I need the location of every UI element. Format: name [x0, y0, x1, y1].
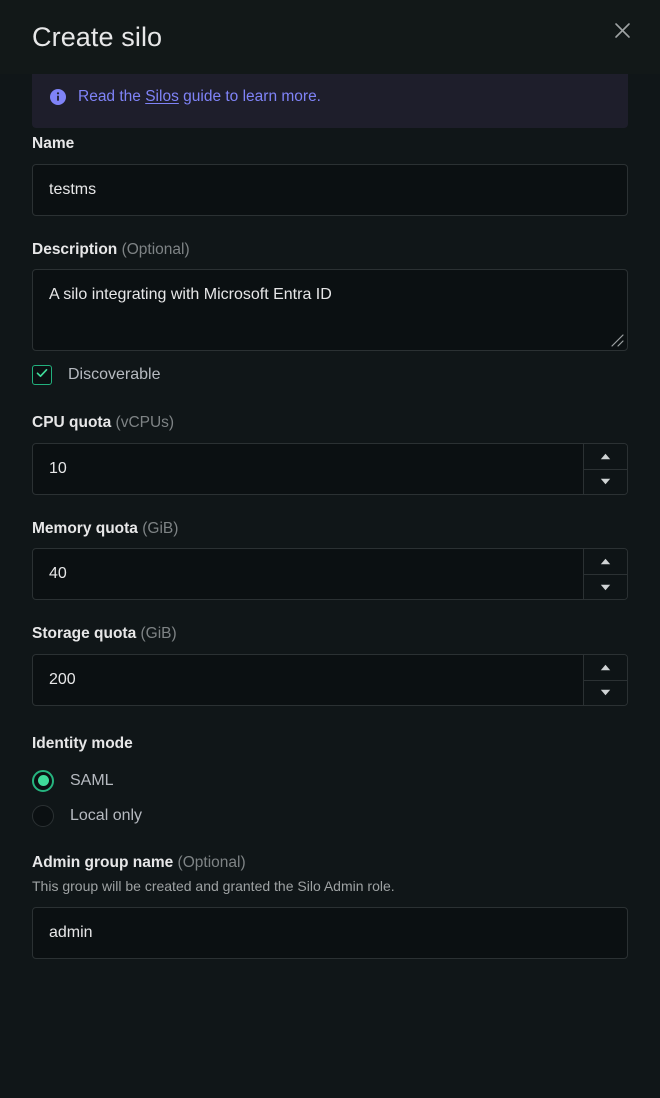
field-name: Name	[32, 136, 628, 216]
admin-group-helper-text: This group will be created and granted t…	[32, 877, 395, 894]
description-label: Description (Optional)	[32, 240, 628, 258]
local-only-radio-label: Local only	[70, 806, 143, 824]
discoverable-row[interactable]: Discoverable	[32, 365, 628, 385]
memory-quota-label: Memory quota (GiB)	[32, 519, 628, 537]
name-input[interactable]	[32, 163, 628, 216]
storage-quota-spinner	[583, 654, 627, 705]
caret-down-icon	[600, 478, 611, 485]
field-memory-quota: Memory quota (GiB)	[32, 519, 628, 600]
saml-radio[interactable]	[32, 769, 54, 792]
caret-down-icon	[600, 584, 611, 591]
memory-quota-label-text: Memory quota	[32, 519, 143, 537]
storage-quota-label: Storage quota (GiB)	[32, 626, 628, 642]
memory-quota-input[interactable]	[33, 549, 583, 599]
storage-quota-unit: (GiB)	[140, 625, 177, 642]
admin-group-name-label: Admin group name (Optional)	[32, 855, 628, 871]
radio-option-saml[interactable]: SAML	[32, 763, 628, 798]
memory-quota-increment-button[interactable]	[584, 549, 627, 574]
caret-down-icon	[600, 689, 611, 696]
caret-up-icon	[600, 558, 611, 565]
memory-quota-stepper	[32, 548, 628, 600]
silos-guide-link[interactable]: Silos	[145, 88, 179, 105]
caret-up-icon	[600, 453, 611, 460]
description-label-text: Description	[32, 240, 122, 258]
banner-text-after: guide to learn more.	[178, 88, 321, 106]
radio-dot-icon	[37, 775, 49, 786]
storage-quota-decrement-button[interactable]	[584, 679, 627, 705]
radio-option-local-only[interactable]: Local only	[32, 798, 628, 833]
cpu-quota-increment-button[interactable]	[584, 443, 627, 469]
saml-radio-label: SAML	[70, 771, 114, 789]
cpu-quota-decrement-button[interactable]	[584, 468, 627, 494]
cpu-quota-label: CPU quota (vCPUs)	[32, 415, 628, 431]
discoverable-checkbox[interactable]	[32, 365, 52, 385]
identity-mode-label: Identity mode	[32, 734, 133, 752]
description-textarea-wrap	[32, 269, 628, 351]
modal-header: Create silo	[0, 0, 660, 74]
discoverable-label: Discoverable	[68, 366, 161, 383]
cpu-quota-unit: (vCPUs)	[115, 414, 175, 431]
storage-quota-input[interactable]	[33, 654, 583, 705]
storage-quota-increment-button[interactable]	[584, 654, 627, 680]
page-title: Create silo	[32, 21, 163, 52]
field-storage-quota: Storage quota (GiB)	[32, 626, 628, 706]
description-optional-tag: (Optional)	[121, 240, 190, 258]
admin-group-name-input[interactable]	[32, 906, 628, 959]
check-icon	[35, 366, 49, 385]
close-button[interactable]	[606, 14, 638, 46]
silos-info-banner: Read the Silos guide to learn more.	[32, 74, 628, 128]
memory-quota-unit: (GiB)	[142, 519, 179, 537]
storage-quota-label-text: Storage quota	[32, 625, 141, 642]
caret-up-icon	[600, 664, 611, 671]
banner-text-before: Read the	[78, 88, 146, 106]
cpu-quota-stepper	[32, 442, 628, 495]
create-silo-modal: Create silo Read the Silos guide to lear…	[0, 0, 660, 1098]
admin-group-name-label-text: Admin group name	[32, 854, 178, 871]
field-cpu-quota: CPU quota (vCPUs)	[32, 415, 628, 495]
field-identity-mode: Identity mode SAML Local only	[32, 734, 628, 834]
admin-group-optional-tag: (Optional)	[177, 854, 246, 871]
memory-quota-decrement-button[interactable]	[584, 574, 627, 599]
cpu-quota-label-text: CPU quota	[32, 414, 116, 431]
banner-text: Read the Silos guide to learn more.	[78, 89, 321, 105]
modal-body: Read the Silos guide to learn more. Name…	[0, 74, 660, 1098]
description-textarea[interactable]	[32, 269, 628, 351]
cpu-quota-spinner	[583, 443, 627, 494]
close-icon	[614, 22, 631, 39]
create-silo-form: Name Description (Optional)	[0, 136, 660, 959]
local-only-radio[interactable]	[32, 804, 54, 827]
name-label: Name	[32, 135, 75, 152]
cpu-quota-input[interactable]	[33, 443, 583, 494]
info-icon	[50, 89, 66, 105]
memory-quota-spinner	[583, 549, 627, 599]
field-description: Description (Optional)	[32, 240, 628, 351]
storage-quota-stepper	[32, 653, 628, 706]
field-admin-group-name: Admin group name (Optional) This group w…	[32, 855, 628, 959]
